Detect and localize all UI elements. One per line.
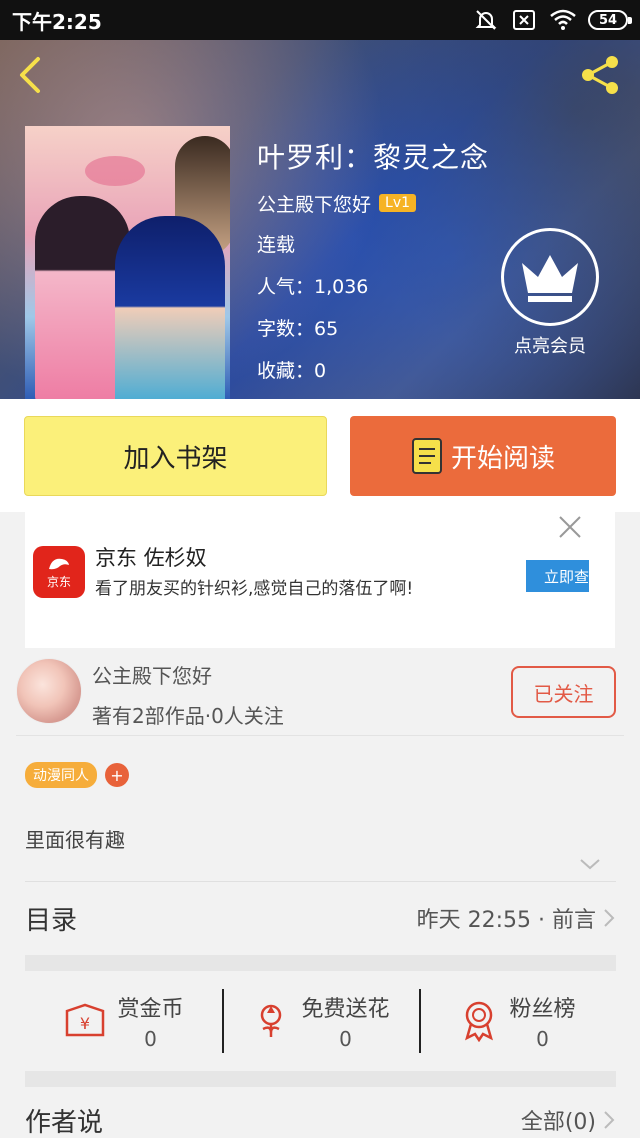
author-says-all-link[interactable]: 全部(0) xyxy=(521,1104,616,1136)
sim-disabled-icon xyxy=(512,9,536,31)
detail-content: 公主殿下您好 著有2部作品·0人关注 已关注 动漫同人 + 里面很有趣 目录 昨… xyxy=(0,648,640,1138)
medal-icon xyxy=(465,1001,494,1042)
add-to-shelf-button[interactable]: 加入书架 xyxy=(24,416,327,496)
status-icons: 54 xyxy=(474,9,632,31)
start-reading-label: 开始阅读 xyxy=(450,443,555,474)
add-tag-button[interactable]: + xyxy=(105,763,129,787)
section-gap xyxy=(25,955,616,971)
follow-button[interactable]: 已关注 xyxy=(511,666,616,718)
share-button[interactable] xyxy=(576,51,624,99)
reward-fans-button[interactable]: 粉丝榜 0 xyxy=(419,971,616,1071)
toc-row[interactable]: 目录 昨天 22:55 · 前言 xyxy=(25,884,616,952)
book-info: 叶罗利：黎灵之念 公主殿下您好 Lv1 连载 人气：1,036 字数：65 收藏… xyxy=(257,136,489,386)
jd-logo: 京东 xyxy=(33,546,85,598)
reward-coin-button[interactable]: ¥ 赏金币 0 xyxy=(25,971,222,1071)
battery-indicator: 54 xyxy=(588,10,632,30)
status-bar: 下午2:25 54 xyxy=(0,0,640,40)
action-bar: 加入书架 开始阅读 xyxy=(0,399,640,512)
toc-label: 目录 xyxy=(25,905,78,936)
book-author[interactable]: 公主殿下您好 xyxy=(257,190,371,217)
author-name: 公主殿下您好 xyxy=(92,664,212,688)
coin-envelope-icon: ¥ xyxy=(66,1003,105,1037)
flower-icon xyxy=(261,1004,282,1037)
section-gap xyxy=(25,1071,616,1087)
book-cover[interactable] xyxy=(25,126,230,399)
chevron-down-icon xyxy=(580,859,600,870)
close-icon xyxy=(559,516,581,538)
cover-art xyxy=(85,156,145,186)
mute-bell-icon xyxy=(474,9,498,31)
author-stats: 著有2部作品·0人关注 xyxy=(92,704,284,728)
author-says-label: 作者说 xyxy=(25,1107,104,1138)
book-title: 叶罗利：黎灵之念 xyxy=(257,141,490,174)
book-intro: 里面很有趣 xyxy=(25,828,125,852)
ad-cta-button[interactable]: 立即查看 xyxy=(526,560,589,592)
ad-title: 京东 佐杉奴 xyxy=(95,546,207,570)
divider xyxy=(25,881,616,882)
author-avatar[interactable] xyxy=(16,658,82,724)
book-hero: 叶罗利：黎灵之念 公主殿下您好 Lv1 连载 人气：1,036 字数：65 收藏… xyxy=(0,40,640,399)
chevron-right-icon xyxy=(604,909,615,927)
crown-icon xyxy=(501,228,599,326)
wifi-icon xyxy=(550,9,576,31)
chevron-right-icon xyxy=(604,1111,615,1129)
level-badge: Lv1 xyxy=(379,194,417,212)
vip-label: 点亮会员 xyxy=(514,336,586,357)
tag-item[interactable]: 动漫同人 xyxy=(25,762,97,788)
tag-list: 动漫同人 + xyxy=(25,762,129,788)
chevron-left-icon xyxy=(20,57,40,93)
share-icon xyxy=(582,56,618,94)
ad-description: 看了朋友买的针织衫,感觉自己的落伍了啊! xyxy=(95,579,414,599)
vip-button[interactable]: 点亮会员 xyxy=(500,228,600,358)
expand-button[interactable] xyxy=(578,856,602,872)
book-favorites: 收藏：0 xyxy=(257,360,327,382)
ad-banner[interactable]: 京东 京东 佐杉奴 看了朋友买的针织衫,感觉自己的落伍了啊! 立即查看 xyxy=(25,512,615,648)
ad-close-button[interactable] xyxy=(555,512,585,542)
start-reading-button[interactable]: 开始阅读 xyxy=(350,416,616,496)
book-status: 连载 xyxy=(257,234,296,256)
reward-flower-button[interactable]: 免费送花 0 xyxy=(222,971,419,1071)
book-popularity: 人气：1,036 xyxy=(257,276,369,298)
author-card[interactable]: 公主殿下您好 著有2部作品·0人关注 已关注 xyxy=(16,648,624,736)
status-time: 下午2:25 xyxy=(12,9,102,34)
back-button[interactable] xyxy=(16,50,56,100)
book-icon xyxy=(411,438,442,474)
book-author-row: 公主殿下您好 Lv1 xyxy=(257,188,489,218)
top-nav xyxy=(0,40,640,110)
reward-bar: ¥ 赏金币 0 免费送花 0 粉丝榜 0 xyxy=(25,971,616,1071)
book-word-count: 字数：65 xyxy=(257,318,339,340)
svg-text:¥: ¥ xyxy=(80,1014,90,1033)
toc-latest: 昨天 22:55 · 前言 xyxy=(417,902,616,934)
author-says-row[interactable]: 作者说 全部(0) xyxy=(25,1100,616,1138)
